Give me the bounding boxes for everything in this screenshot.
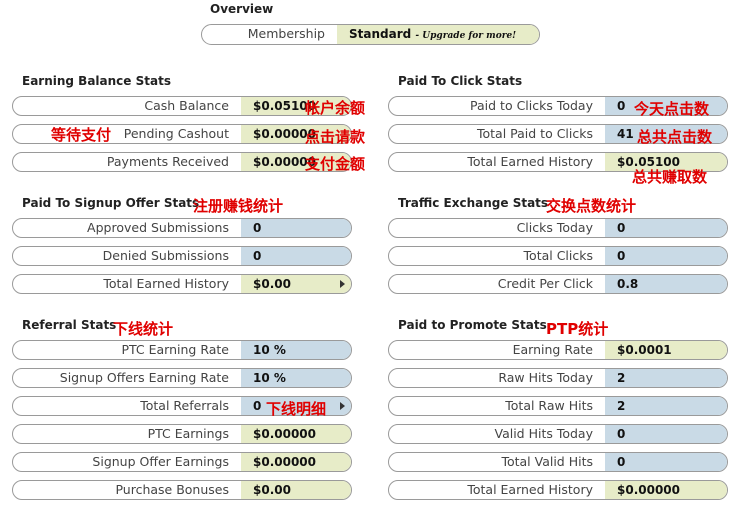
clicks-today-label: Clicks Today: [516, 220, 593, 235]
signup-earning-rate-label: Signup Offers Earning Rate: [59, 370, 229, 385]
ptp-earned-row: Total Earned History $0.00000: [388, 480, 728, 500]
ptp-earned-value: $0.00000: [605, 481, 727, 499]
expand-arrow-icon[interactable]: [340, 280, 345, 288]
expand-arrow-icon[interactable]: [340, 402, 345, 410]
purchase-bonuses-row: Purchase Bonuses $0.00: [12, 480, 352, 500]
annotation-pending-payment: 等待支付: [51, 126, 112, 144]
ptc-earning-rate-value: 10 %: [241, 341, 351, 359]
ptc-stats-title: Paid To Click Stats: [398, 74, 523, 88]
valid-hits-today-label: Valid Hits Today: [494, 426, 593, 441]
ptc-earnings-label: PTC Earnings: [147, 426, 229, 441]
pending-cashout-label: Pending Cashout: [123, 126, 229, 141]
total-raw-hits-value: 2: [605, 397, 727, 415]
cash-balance-row: Cash Balance $0.05100: [12, 96, 352, 116]
signup-offer-earnings-value: $0.00000: [241, 453, 351, 471]
purchase-bonuses-value: $0.00: [241, 481, 351, 499]
signup-earning-rate-row: Signup Offers Earning Rate 10 %: [12, 368, 352, 388]
clicks-today-value: 0: [605, 219, 727, 237]
annotation-referral-details: 下线明细: [266, 400, 327, 418]
referral-stats-title: Referral Stats: [22, 318, 117, 332]
total-valid-hits-row: Total Valid Hits 0: [388, 452, 728, 472]
credit-per-click-label: Credit Per Click: [497, 276, 593, 291]
annotation-total-clicks: 总共点击数: [637, 128, 713, 146]
total-raw-hits-row: Total Raw Hits 2: [388, 396, 728, 416]
denied-submissions-label: Denied Submissions: [102, 248, 229, 263]
cash-balance-label: Cash Balance: [144, 98, 229, 113]
approved-submissions-value: 0: [241, 219, 351, 237]
membership-level: Standard: [349, 27, 412, 41]
annotation-exchange-stats: 交换点数统计: [546, 197, 637, 215]
ptc-earnings-value: $0.00000: [241, 425, 351, 443]
annotation-click-request: 点击请款: [305, 128, 366, 146]
valid-hits-today-row: Valid Hits Today 0: [388, 424, 728, 444]
annotation-referral-stats: 下线统计: [113, 320, 174, 338]
annotation-payment-amount: 支付金额: [305, 155, 366, 173]
raw-hits-today-label: Raw Hits Today: [498, 370, 593, 385]
membership-label: Membership: [247, 26, 325, 41]
payments-received-label: Payments Received: [106, 154, 229, 169]
ptp-earning-rate-label: Earning Rate: [512, 342, 593, 357]
credit-per-click-value: 0.8: [605, 275, 727, 293]
signup-stats-title: Paid To Signup Offer Stats: [22, 196, 200, 210]
signup-earned-row[interactable]: Total Earned History $0.00: [12, 274, 352, 294]
approved-submissions-row: Approved Submissions 0: [12, 218, 352, 238]
ptc-today-label: Paid to Clicks Today: [470, 98, 593, 113]
annotation-signup-stats: 注册赚钱统计: [193, 197, 284, 215]
denied-submissions-row: Denied Submissions 0: [12, 246, 352, 266]
purchase-bonuses-label: Purchase Bonuses: [115, 482, 229, 497]
membership-value: Standard - Upgrade for more!: [337, 25, 539, 44]
total-referrals-label: Total Referrals: [140, 398, 229, 413]
annotation-ptp-stats: PTP统计: [546, 320, 609, 338]
ptp-earned-label: Total Earned History: [467, 482, 593, 497]
total-raw-hits-label: Total Raw Hits: [505, 398, 593, 413]
signup-offer-earnings-row: Signup Offer Earnings $0.00000: [12, 452, 352, 472]
denied-submissions-value: 0: [241, 247, 351, 265]
total-valid-hits-value: 0: [605, 453, 727, 471]
clicks-today-row: Clicks Today 0: [388, 218, 728, 238]
credit-per-click-row: Credit Per Click 0.8: [388, 274, 728, 294]
approved-submissions-label: Approved Submissions: [87, 220, 229, 235]
signup-earning-rate-value: 10 %: [241, 369, 351, 387]
raw-hits-today-value: 2: [605, 369, 727, 387]
ptc-total-label: Total Paid to Clicks: [476, 126, 593, 141]
ptp-stats-title: Paid to Promote Stats: [398, 318, 547, 332]
ptc-earning-rate-label: PTC Earning Rate: [121, 342, 229, 357]
annotation-account-balance: 帐户余额: [305, 99, 366, 117]
membership-row: Membership Standard - Upgrade for more!: [201, 24, 540, 45]
signup-earned-value[interactable]: $0.00: [241, 275, 351, 293]
annotation-total-earned: 总共赚取数: [632, 168, 708, 186]
total-clicks-label: Total Clicks: [523, 248, 593, 263]
signup-earned-label: Total Earned History: [103, 276, 229, 291]
ptp-earning-rate-row: Earning Rate $0.0001: [388, 340, 728, 360]
ptc-earned-label: Total Earned History: [467, 154, 593, 169]
traffic-stats-title: Traffic Exchange Stats: [398, 196, 549, 210]
payments-received-row: Payments Received $0.00000: [12, 152, 352, 172]
total-clicks-value: 0: [605, 247, 727, 265]
raw-hits-today-row: Raw Hits Today 2: [388, 368, 728, 388]
ptp-earning-rate-value: $0.0001: [605, 341, 727, 359]
ptc-earnings-row: PTC Earnings $0.00000: [12, 424, 352, 444]
annotation-today-clicks: 今天点击数: [634, 100, 710, 118]
valid-hits-today-value: 0: [605, 425, 727, 443]
total-referrals-count: 0: [253, 399, 262, 413]
overview-title: Overview: [210, 2, 274, 16]
earning-balance-title: Earning Balance Stats: [22, 74, 171, 88]
total-clicks-row: Total Clicks 0: [388, 246, 728, 266]
signup-offer-earnings-label: Signup Offer Earnings: [92, 454, 229, 469]
signup-earned-amount: $0.00: [253, 277, 291, 291]
total-valid-hits-label: Total Valid Hits: [501, 454, 593, 469]
upgrade-link[interactable]: - Upgrade for more!: [415, 31, 516, 41]
ptc-earning-rate-row: PTC Earning Rate 10 %: [12, 340, 352, 360]
